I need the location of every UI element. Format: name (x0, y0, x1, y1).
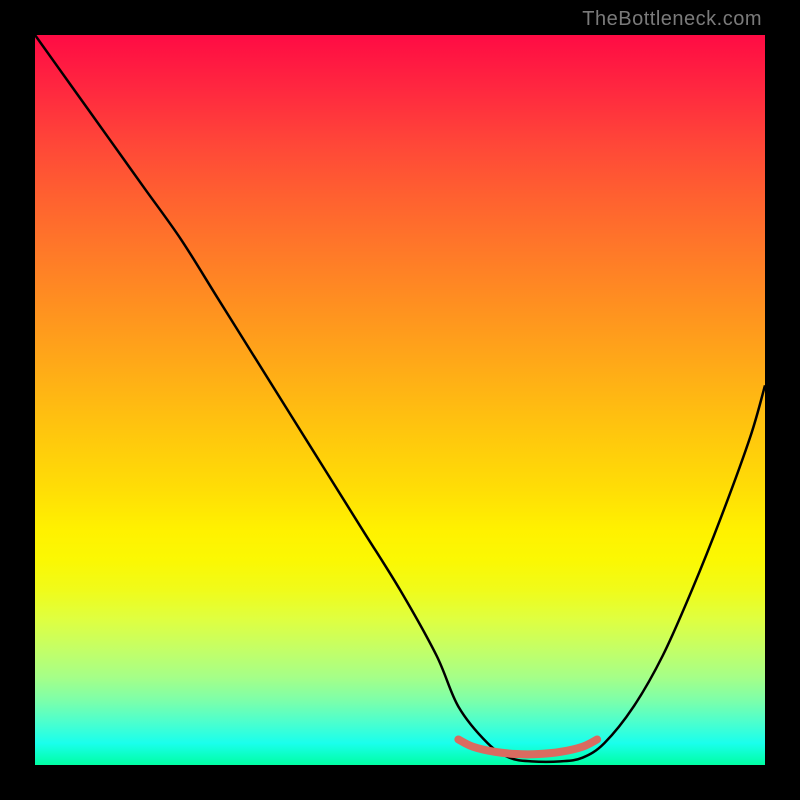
plot-area (35, 35, 765, 765)
optimal-zone-marker (458, 739, 597, 754)
curve-layer (35, 35, 765, 765)
bottleneck-curve (35, 35, 765, 762)
chart-container: TheBottleneck.com (0, 0, 800, 800)
watermark-text: TheBottleneck.com (582, 8, 762, 31)
